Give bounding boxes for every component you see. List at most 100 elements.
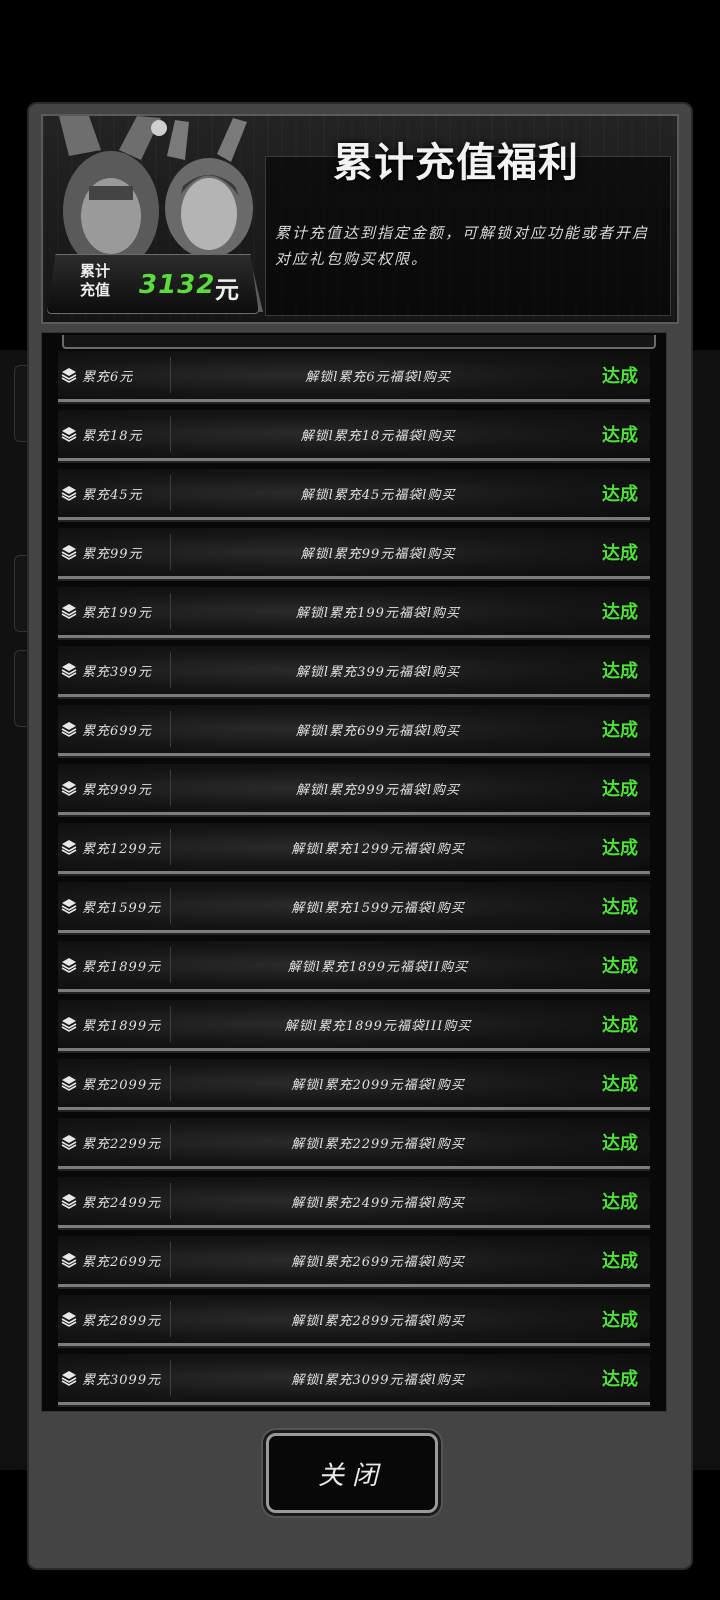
reward-row: 累充2499元 解锁l累充2499元福袋l购买 达成	[58, 1177, 650, 1228]
reward-threshold: 累充45元	[82, 488, 143, 503]
reward-description: 解锁l累充2699元福袋l购买	[291, 1255, 465, 1270]
layers-stack-icon	[61, 1312, 77, 1327]
reward-description: 解锁l累充999元福袋l购买	[295, 783, 461, 798]
reward-threshold: 累充999元	[82, 783, 152, 798]
reward-row: 累充45元 解锁l累充45元福袋l购买 达成	[58, 469, 650, 520]
reward-row: 累充99元 解锁l累充99元福袋l购买 达成	[58, 528, 650, 579]
reward-row: 累充6元 解锁l累充6元福袋l购买 达成	[58, 351, 650, 402]
close-button[interactable]: 关闭	[266, 1433, 438, 1513]
reward-row: 累充999元 解锁l累充999元福袋l购买 达成	[58, 764, 650, 815]
reward-status-badge: 达成	[602, 779, 638, 800]
total-recharge-amount: 3132	[139, 270, 216, 300]
row-divider	[170, 829, 171, 865]
layers-stack-icon	[61, 663, 77, 678]
reward-status-badge: 达成	[602, 838, 638, 859]
reward-threshold: 累充2299元	[82, 1137, 162, 1152]
row-divider	[170, 1183, 171, 1219]
reward-row: 累充699元 解锁l累充699元福袋l购买 达成	[58, 705, 650, 756]
reward-description: 解锁l累充199元福袋l购买	[295, 606, 461, 621]
reward-threshold: 累充99元	[82, 547, 143, 562]
reward-threshold: 累充1899元	[82, 960, 162, 975]
layers-stack-icon	[61, 899, 77, 914]
layers-stack-icon	[61, 1194, 77, 1209]
row-divider	[170, 534, 171, 570]
reward-row: 累充199元 解锁l累充199元福袋l购买 达成	[58, 587, 650, 638]
row-divider	[170, 475, 171, 511]
layers-stack-icon	[61, 604, 77, 619]
reward-threshold: 累充6元	[82, 370, 134, 385]
reward-row: 累充1599元 解锁l累充1599元福袋l购买 达成	[58, 882, 650, 933]
reward-description: 解锁l累充6元福袋l购买	[305, 370, 451, 385]
reward-row: 累充2899元 解锁l累充2899元福袋l购买 达成	[58, 1295, 650, 1346]
reward-row: 累充1299元 解锁l累充1299元福袋l购买 达成	[58, 823, 650, 874]
total-label-line2: 充值	[79, 281, 110, 299]
reward-threshold: 累充2899元	[82, 1314, 162, 1329]
layers-stack-icon	[61, 722, 77, 737]
reward-description: 解锁l累充699元福袋l购买	[295, 724, 461, 739]
layers-stack-icon	[61, 427, 77, 442]
total-recharge-label: 累计 充值	[65, 262, 125, 300]
layers-stack-icon	[61, 840, 77, 855]
reward-description: 解锁l累充1899元福袋II购买	[287, 960, 469, 975]
reward-status-badge: 达成	[602, 956, 638, 977]
row-divider	[170, 1006, 171, 1042]
row-divider	[170, 416, 171, 452]
layers-stack-icon	[61, 781, 77, 796]
reward-threshold: 累充1299元	[82, 842, 162, 857]
reward-status-badge: 达成	[602, 1369, 638, 1390]
layers-stack-icon	[61, 1135, 77, 1150]
reward-row: 累充1899元 解锁l累充1899元福袋II购买 达成	[58, 941, 650, 992]
row-divider	[170, 770, 171, 806]
layers-stack-icon	[61, 958, 77, 973]
dialog-title: 累计充值福利	[333, 140, 579, 186]
reward-row: 累充399元 解锁l累充399元福袋l购买 达成	[58, 646, 650, 697]
layers-stack-icon	[61, 368, 77, 383]
reward-status-badge: 达成	[602, 602, 638, 623]
reward-status-badge: 达成	[602, 1251, 638, 1272]
reward-row: 累充18元 解锁l累充18元福袋l购买 达成	[58, 410, 650, 461]
reward-row: 累充1899元 解锁l累充1899元福袋III购买 达成	[58, 1000, 650, 1051]
row-divider	[170, 1242, 171, 1278]
layers-stack-icon	[61, 1253, 77, 1268]
layers-stack-icon	[61, 486, 77, 501]
reward-description: 解锁l累充2499元福袋l购买	[291, 1196, 465, 1211]
reward-row: 累充3099元 解锁l累充3099元福袋l购买 达成	[58, 1354, 650, 1405]
row-divider	[170, 1124, 171, 1160]
description-text: 累计充值达到指定金额，可解锁对应功能或者开启对应礼包购买权限。	[275, 224, 650, 268]
reward-description: 解锁l累充99元福袋l购买	[300, 547, 456, 562]
reward-description: 解锁l累充2899元福袋l购买	[291, 1314, 465, 1329]
reward-description: 解锁l累充399元福袋l购买	[295, 665, 461, 680]
row-divider	[170, 1301, 171, 1337]
row-divider	[170, 1360, 171, 1396]
row-divider	[170, 947, 171, 983]
reward-row: 累充2699元 解锁l累充2699元福袋l购买 达成	[58, 1236, 650, 1287]
reward-description: 解锁l累充45元福袋l购买	[300, 488, 456, 503]
reward-threshold: 累充3099元	[82, 1373, 162, 1388]
reward-threshold: 累充1599元	[82, 901, 162, 916]
layers-stack-icon	[61, 1371, 77, 1386]
row-divider	[170, 652, 171, 688]
reward-status-badge: 达成	[602, 1310, 638, 1331]
total-label-line1: 累计	[79, 262, 110, 280]
reward-list[interactable]: 累充6元 解锁l累充6元福袋l购买 达成 累充18元 解锁l累充18元福袋l购买 达成 累充…	[41, 332, 667, 1412]
recharge-welfare-dialog: 累计充值福利 累计充值达到指定金额，可解锁对应功能或者开启对应礼包购买权限。 累…	[27, 102, 693, 1570]
reward-description: 解锁l累充2099元福袋l购买	[291, 1078, 465, 1093]
reward-threshold: 累充699元	[82, 724, 152, 739]
layers-stack-icon	[61, 1076, 77, 1091]
row-divider	[170, 593, 171, 629]
reward-threshold: 累充2499元	[82, 1196, 162, 1211]
total-recharge-unit: 元	[215, 276, 239, 304]
row-divider	[170, 711, 171, 747]
reward-description: 解锁l累充18元福袋l购买	[300, 429, 456, 444]
row-divider	[170, 888, 171, 924]
row-divider	[170, 1065, 171, 1101]
reward-description: 解锁l累充3099元福袋l购买	[291, 1373, 465, 1388]
row-divider	[170, 357, 171, 393]
reward-status-badge: 达成	[602, 1133, 638, 1154]
reward-threshold: 累充2099元	[82, 1078, 162, 1093]
reward-threshold: 累充18元	[82, 429, 143, 444]
reward-threshold: 累充2699元	[82, 1255, 162, 1270]
layers-stack-icon	[61, 545, 77, 560]
reward-row: 累充2099元 解锁l累充2099元福袋l购买 达成	[58, 1059, 650, 1110]
reward-threshold: 累充199元	[82, 606, 152, 621]
